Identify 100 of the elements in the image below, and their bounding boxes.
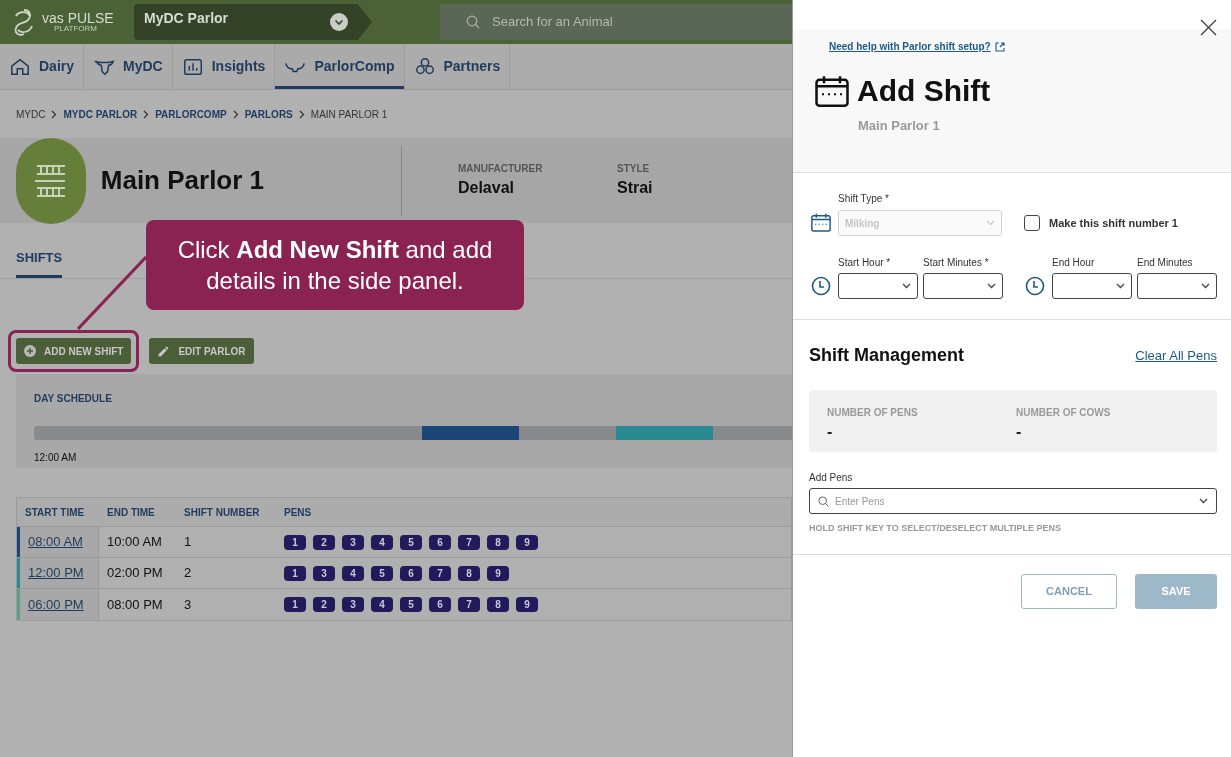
breadcrumb-link[interactable]: MYDC PARLOR xyxy=(63,106,138,122)
field-label: Start Minutes * xyxy=(923,256,990,270)
search-icon xyxy=(466,15,480,29)
chevron-right-icon xyxy=(51,109,58,119)
detail-label: MANUFACTURER xyxy=(457,162,544,176)
callout-text: Click Add New Shift and add details in the side panel. xyxy=(176,235,494,296)
chevron-down-icon xyxy=(902,283,911,289)
time-select[interactable] xyxy=(923,273,1003,299)
pen-chip: 4 xyxy=(371,597,393,612)
pencil-icon xyxy=(157,344,171,358)
pen-chip: 9 xyxy=(487,565,509,581)
column-header: START TIME xyxy=(24,505,86,520)
pen-chip: 4 xyxy=(342,565,364,581)
chevron-circle-icon xyxy=(330,13,348,31)
calendar-icon xyxy=(811,213,831,232)
clock-icon xyxy=(811,276,831,296)
field-label: End Hour xyxy=(1052,256,1096,270)
field-label: Start Hour * xyxy=(838,256,892,270)
search-field[interactable]: Search for an Animal xyxy=(440,4,792,40)
field-label: Shift Type * xyxy=(838,192,890,206)
hint-text: HOLD SHIFT KEY TO SELECT/DESELECT MULTIPLE PENS xyxy=(809,522,1063,535)
pen-chip: 3 xyxy=(342,597,364,612)
time-select[interactable] xyxy=(838,273,918,299)
nav-tab[interactable]: ParlorComp xyxy=(275,44,405,89)
breadcrumb-link[interactable]: PARLORCOMP xyxy=(155,106,227,122)
pen-chip: 6 xyxy=(429,534,451,550)
column-header: SHIFT NUMBER xyxy=(184,505,261,520)
chevron-right-icon xyxy=(143,109,150,119)
breadcrumb-text: MAIN PARLOR 1 xyxy=(310,107,388,122)
close-icon xyxy=(1200,19,1217,36)
column-header: END TIME xyxy=(106,505,156,520)
detail-label: STYLE xyxy=(617,162,651,176)
time-select[interactable] xyxy=(1137,273,1217,299)
cancel-button[interactable]: CANCEL xyxy=(1021,574,1117,609)
logo-text: vas PULSE xyxy=(42,11,114,25)
pen-chip: 1 xyxy=(284,597,306,612)
stat-label: NUMBER OF COWS xyxy=(1016,406,1112,420)
pen-chip: 2 xyxy=(313,597,335,612)
pen-chip: 7 xyxy=(458,534,480,550)
stat-value: - xyxy=(1016,422,1023,442)
chevron-down-icon xyxy=(987,283,996,289)
time-label: 12:00 AM xyxy=(34,451,78,465)
detail-value: Delaval xyxy=(457,178,515,198)
chevron-down-icon xyxy=(1201,283,1210,289)
schedule-title: DAY SCHEDULE xyxy=(34,392,113,406)
clear-pens-link[interactable]: Clear All Pens xyxy=(1135,345,1217,366)
pen-chip: 8 xyxy=(458,565,480,581)
add-shift-button[interactable]: ADD NEW SHIFT xyxy=(16,338,132,364)
pen-chip: 7 xyxy=(458,597,480,612)
plus-circle-icon xyxy=(24,345,36,357)
pen-chip: 8 xyxy=(487,534,509,550)
chevron-down-icon xyxy=(1116,283,1125,289)
logo-subtext: PLATFORM xyxy=(53,25,98,33)
calendar-icon xyxy=(815,75,849,108)
table-cell-text: 1 xyxy=(184,533,193,552)
pen-chip: 5 xyxy=(400,597,422,612)
pen-chip: 1 xyxy=(284,565,306,581)
breadcrumb-text: MYDC xyxy=(16,107,46,122)
table-cell-text: 10:00 AM xyxy=(106,533,163,552)
parlor-title: Main Parlor 1 xyxy=(100,164,266,197)
table-cell-text: 2 xyxy=(184,564,193,583)
panel-title: Add Shift xyxy=(857,76,991,107)
pen-chip: 7 xyxy=(429,565,451,581)
pen-chip: 9 xyxy=(516,597,538,612)
chevron-down-icon xyxy=(1199,498,1208,504)
column-header: PENS xyxy=(284,505,312,520)
table-cell-text: 02:00 PM xyxy=(106,564,164,583)
clock-icon xyxy=(1025,276,1045,296)
panel-subtitle: Main Parlor 1 xyxy=(858,117,941,136)
field-label: Add Pens xyxy=(809,471,854,485)
pen-chip: 3 xyxy=(342,534,364,550)
field-label: End Minutes xyxy=(1137,256,1194,270)
pen-chip: 2 xyxy=(313,534,335,550)
loops-logo-icon xyxy=(12,8,36,36)
external-link-icon xyxy=(994,41,1005,52)
help-link[interactable]: Need help with Parlor shift setup? xyxy=(829,39,1231,54)
pen-chip: 6 xyxy=(400,565,422,581)
pen-chip: 6 xyxy=(429,597,451,612)
stat-value: - xyxy=(827,422,834,442)
table-cell-text: 08:00 PM xyxy=(106,595,164,614)
time-select[interactable] xyxy=(1052,273,1132,299)
stat-label: NUMBER OF PENS xyxy=(827,406,919,420)
pen-chip: 4 xyxy=(371,534,393,550)
edit-parlor-button[interactable]: EDIT PARLOR xyxy=(149,338,254,364)
chevron-down-icon xyxy=(986,220,995,226)
farm-selector[interactable]: MyDC Parlor xyxy=(134,4,372,40)
checkbox[interactable] xyxy=(1024,214,1040,231)
search-icon xyxy=(818,495,829,507)
table-cell-text: 3 xyxy=(184,595,193,614)
checkbox-label: Make this shift number 1 xyxy=(1049,215,1178,231)
pen-chip: 5 xyxy=(371,565,393,581)
chevron-right-icon xyxy=(232,109,239,119)
chevron-right-icon xyxy=(298,109,305,119)
pen-chip: 5 xyxy=(400,534,422,550)
pen-chip: 8 xyxy=(487,597,509,612)
section-title: Shift Management xyxy=(809,344,964,367)
section-tab[interactable]: SHIFTS xyxy=(16,247,63,278)
close-button[interactable] xyxy=(1200,19,1217,36)
pens-search-field[interactable]: Enter Pens xyxy=(809,488,1217,514)
breadcrumb-link[interactable]: PARLORS xyxy=(244,106,293,122)
